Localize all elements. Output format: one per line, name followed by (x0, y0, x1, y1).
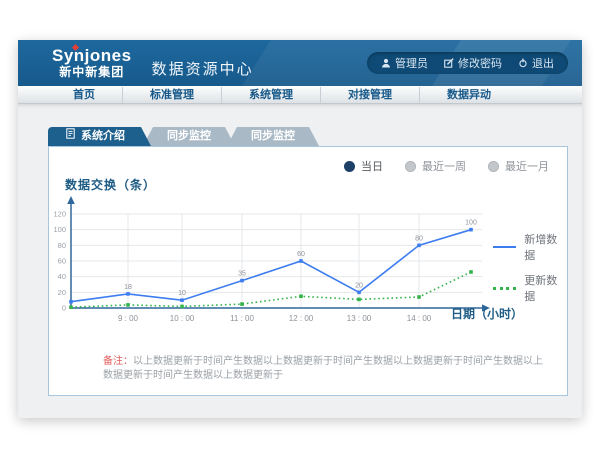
footnote: 备注：以上数据更新于时间产生数据以上数据更新于时间产生数据以上数据更新于时间产生… (103, 355, 549, 383)
svg-text:60: 60 (58, 257, 66, 266)
svg-text:80: 80 (58, 241, 66, 250)
svg-text:120: 120 (53, 210, 66, 219)
nav-item-standard-mgmt[interactable]: 标准管理 (122, 87, 221, 103)
power-icon (518, 58, 528, 68)
company-logo: Synjones 新中新集团 (52, 47, 132, 79)
svg-text:13 : 00: 13 : 00 (347, 314, 372, 323)
x-axis-title: 日期（小时） (451, 305, 523, 322)
chart-panel: 当日 最近一周 最近一月 数据交换（条） 0204060801001209 : … (48, 146, 568, 396)
svg-text:60: 60 (297, 251, 305, 258)
tab-sync-monitor-1[interactable]: 同步监控 (143, 127, 235, 146)
tab-label: 同步监控 (167, 127, 211, 146)
radio-dot (405, 161, 416, 172)
nav-item-home[interactable]: 首页 (46, 87, 122, 103)
legend-entry-new-data: 新增数据 (493, 231, 567, 263)
page-title: 数据资源中心 (152, 58, 254, 79)
legend-line-sample-dotted (493, 287, 516, 290)
tab-label: 同步监控 (251, 127, 295, 146)
change-password-label: 修改密码 (458, 55, 502, 71)
svg-text:10: 10 (178, 290, 186, 297)
user-menu: 管理员 修改密码 退出 (367, 52, 568, 74)
tab-system-intro[interactable]: 系统介绍 (48, 127, 151, 146)
nav-item-data-change[interactable]: 数据异动 (419, 87, 518, 103)
svg-text:80: 80 (415, 235, 423, 242)
user-name-label: 管理员 (395, 55, 428, 71)
app-header: Synjones 新中新集团 数据资源中心 管理员 修改密码 退出 (18, 40, 582, 86)
radio-last-week[interactable]: 最近一周 (405, 158, 466, 174)
radio-dot (488, 161, 499, 172)
change-password-button[interactable]: 修改密码 (444, 55, 502, 71)
logout-button[interactable]: 退出 (518, 55, 554, 71)
svg-text:14 : 00: 14 : 00 (407, 314, 432, 323)
radio-today[interactable]: 当日 (344, 158, 383, 174)
tab-label: 系统介绍 (81, 127, 125, 146)
content-area: 系统介绍 同步监控 同步监控 当日 最近一周 (18, 103, 582, 418)
svg-text:20: 20 (58, 288, 66, 297)
footnote-text: 以上数据更新于时间产生数据以上数据更新于时间产生数据以上数据更新于时间产生数据以… (103, 356, 543, 381)
svg-text:100: 100 (53, 225, 66, 234)
legend-entry-updated-data: 更新数据 (493, 272, 567, 304)
svg-text:11 : 00: 11 : 00 (230, 314, 254, 323)
legend-line-sample-solid (493, 246, 516, 248)
radio-dot-selected (344, 161, 355, 172)
tab-bar: 系统介绍 同步监控 同步监控 (48, 127, 319, 146)
svg-text:20: 20 (355, 282, 363, 289)
svg-text:10 : 00: 10 : 00 (170, 314, 195, 323)
main-nav: 首页 标准管理 系统管理 对接管理 数据异动 (18, 86, 582, 104)
radio-label: 最近一月 (505, 158, 549, 174)
user-icon (381, 58, 391, 68)
legend-label: 新增数据 (524, 231, 567, 263)
svg-text:12 : 00: 12 : 00 (289, 314, 314, 323)
legend-label: 更新数据 (524, 272, 567, 304)
radio-label: 最近一周 (422, 158, 466, 174)
radio-label: 当日 (361, 158, 383, 174)
time-range-filter: 当日 最近一周 最近一月 (344, 158, 549, 174)
svg-text:100: 100 (465, 220, 477, 227)
document-icon (66, 127, 75, 146)
svg-text:35: 35 (238, 271, 246, 278)
chart-legend: 新增数据 更新数据 (493, 231, 567, 304)
svg-text:18: 18 (124, 284, 132, 291)
logo-text-secondary: 新中新集团 (52, 66, 132, 79)
user-profile-button[interactable]: 管理员 (381, 55, 428, 71)
logout-label: 退出 (532, 55, 554, 71)
tab-sync-monitor-2[interactable]: 同步监控 (227, 127, 319, 146)
svg-text:0: 0 (62, 304, 66, 313)
nav-item-interface-mgmt[interactable]: 对接管理 (320, 87, 419, 103)
app-window: Synjones 新中新集团 数据资源中心 管理员 修改密码 退出 (18, 40, 582, 418)
edit-icon (444, 58, 454, 68)
svg-text:40: 40 (58, 272, 66, 281)
footnote-prefix: 备注： (103, 356, 133, 367)
line-chart: 0 20 40 60 80 100 120 9 : 00 10 : 00 11 : 00 12 : … (53, 191, 498, 341)
svg-text:9 : 00: 9 : 00 (118, 314, 139, 323)
logo-text-primary: Synjones (52, 47, 132, 66)
radio-last-month[interactable]: 最近一月 (488, 158, 549, 174)
nav-item-system-mgmt[interactable]: 系统管理 (221, 87, 320, 103)
